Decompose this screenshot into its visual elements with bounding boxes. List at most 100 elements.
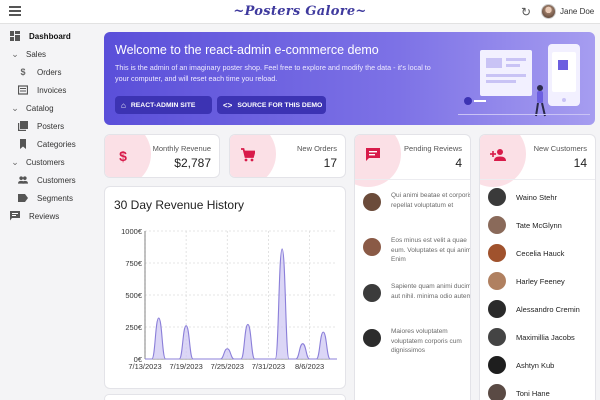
monthly-revenue-card[interactable]: $ Monthly Revenue $2,787 (104, 134, 220, 178)
customer-name: Cecelia Hauck (516, 249, 565, 258)
customer-name: Tate McGlynn (516, 221, 562, 230)
bookmark-icon (18, 139, 28, 149)
divider (480, 179, 595, 180)
stat-value: 4 (455, 156, 462, 170)
banner-title: Welcome to the react-admin e-commerce de… (115, 43, 379, 57)
sidebar-item-label: Customers (26, 157, 65, 167)
button-label: REACT-ADMIN SITE (130, 101, 196, 109)
sidebar-item-label: Catalog (26, 103, 54, 113)
sidebar-item-reviews[interactable]: Reviews (0, 207, 100, 225)
sidebar-item-dashboard[interactable]: Dashboard (0, 27, 100, 45)
sidebar-item-label: Categories (37, 139, 76, 149)
avatar (488, 216, 506, 234)
customer-item[interactable]: Cecelia Hauck (488, 244, 595, 270)
review-text: Maiores voluptatem voluptatem corporis c… (391, 328, 462, 354)
avatar (488, 356, 506, 374)
button-label: SOURCE FOR THIS DEMO (237, 101, 323, 109)
source-for-demo-button[interactable]: <> SOURCE FOR THIS DEMO (217, 96, 326, 114)
avatar (488, 384, 506, 400)
review-item[interactable]: Maiores voluptatem voluptatem corporis c… (363, 328, 470, 367)
revenue-area (145, 248, 337, 359)
sidebar-item-categories[interactable]: Categories (0, 135, 100, 153)
x-tick-label: 7/25/2023 (211, 362, 244, 371)
revenue-line (144, 248, 337, 360)
sidebar: Dashboard ⌄ Sales $ Orders Invoices ⌄ Ca… (0, 24, 100, 400)
comment-icon (365, 148, 381, 164)
customer-item[interactable]: Toni Hane (488, 384, 595, 400)
person-add-icon (490, 148, 506, 164)
sidebar-group-sales[interactable]: ⌄ Sales (0, 45, 100, 63)
invoice-icon (18, 85, 28, 95)
new-orders-card[interactable]: New Orders 17 (229, 134, 346, 178)
customer-item[interactable]: Harley Feeney (488, 272, 595, 298)
y-tick-label: 250€ (125, 323, 143, 332)
review-text: Qui animi beatae et corporis repellat vo… (391, 192, 471, 209)
avatar (488, 328, 506, 346)
customer-name: Maximillia Jacobs (516, 333, 575, 342)
refresh-icon[interactable]: ↻ (519, 5, 533, 19)
customer-item[interactable]: Tate McGlynn (488, 216, 595, 242)
user-name[interactable]: Jane Doe (560, 7, 594, 16)
customer-item[interactable]: Waino Stehr (488, 188, 595, 214)
customer-item[interactable]: Alessandro Cremin (488, 300, 595, 326)
avatar (488, 272, 506, 290)
shopping-cart-icon (240, 148, 256, 164)
stat-label: Pending Reviews (404, 144, 462, 153)
app-title: ~Posters Galore~ (233, 4, 367, 19)
sidebar-item-segments[interactable]: Segments (0, 189, 100, 207)
avatar (363, 193, 381, 211)
avatar (488, 300, 506, 318)
stat-label: New Orders (296, 144, 337, 153)
sidebar-item-label: Segments (37, 193, 74, 203)
sidebar-item-label: Orders (37, 67, 62, 77)
collections-icon (18, 121, 28, 131)
avatar (488, 244, 506, 262)
y-tick-label: 1000€ (121, 227, 143, 236)
label-icon (18, 193, 28, 203)
sidebar-item-label: Posters (37, 121, 65, 131)
sidebar-item-posters[interactable]: Posters (0, 117, 100, 135)
next-card (104, 394, 346, 400)
menu-icon[interactable] (9, 6, 21, 18)
dashboard-icon (10, 31, 20, 41)
sidebar-group-customers[interactable]: ⌄ Customers (0, 153, 100, 171)
chevron-down-icon: ⌄ (11, 102, 19, 113)
react-admin-site-button[interactable]: ⌂ REACT-ADMIN SITE (115, 96, 212, 114)
y-tick-label: 500€ (125, 291, 143, 300)
sidebar-item-label: Sales (26, 49, 47, 59)
review-item[interactable]: Qui animi beatae et corporis repellat vo… (363, 192, 471, 231)
avatar (363, 329, 381, 347)
chevron-down-icon: ⌄ (11, 48, 19, 59)
review-item[interactable]: Sapiente quam animi ducimus aut nihil. m… (363, 283, 470, 322)
stat-label: Monthly Revenue (152, 144, 211, 153)
revenue-history-card: 30 Day Revenue History 0€ 250€ 500€ 750€ 100… (104, 186, 346, 389)
review-item[interactable]: Eos minus est velit a quae eum. Voluptat… (363, 237, 470, 276)
customer-name: Harley Feeney (516, 277, 565, 286)
sidebar-item-label: Customers (37, 175, 76, 185)
user-avatar[interactable] (541, 4, 556, 19)
welcome-illustration (458, 44, 590, 117)
x-tick-label: 7/31/2023 (252, 362, 285, 371)
sidebar-item-invoices[interactable]: Invoices (0, 81, 100, 99)
y-tick-label: 750€ (125, 259, 143, 268)
stat-value: 14 (573, 156, 587, 170)
dollar-icon: $ (119, 148, 127, 164)
divider (355, 179, 470, 180)
welcome-banner: Welcome to the react-admin e-commerce de… (104, 32, 595, 125)
dollar-icon: $ (20, 67, 26, 77)
comment-icon (10, 211, 20, 221)
sidebar-item-orders[interactable]: $ Orders (0, 63, 100, 81)
pending-reviews-card: Pending Reviews 4 Qui animi beatae et co… (354, 134, 471, 400)
stat-value: 17 (323, 156, 337, 170)
customer-item[interactable]: Ashtyn Kub (488, 356, 595, 382)
stat-value: $2,787 (174, 156, 211, 170)
new-customers-card: New Customers 14 Waino Stehr Tate McGlyn… (479, 134, 596, 400)
avatar (488, 188, 506, 206)
banner-text: This is the admin of an imaginary poster… (115, 63, 431, 83)
sidebar-item-label: Dashboard (29, 31, 71, 41)
people-icon (18, 175, 28, 185)
sidebar-item-customers[interactable]: Customers (0, 171, 100, 189)
x-tick-label: 7/13/2023 (128, 362, 161, 371)
sidebar-group-catalog[interactable]: ⌄ Catalog (0, 99, 100, 117)
customer-item[interactable]: Maximillia Jacobs (488, 328, 595, 354)
